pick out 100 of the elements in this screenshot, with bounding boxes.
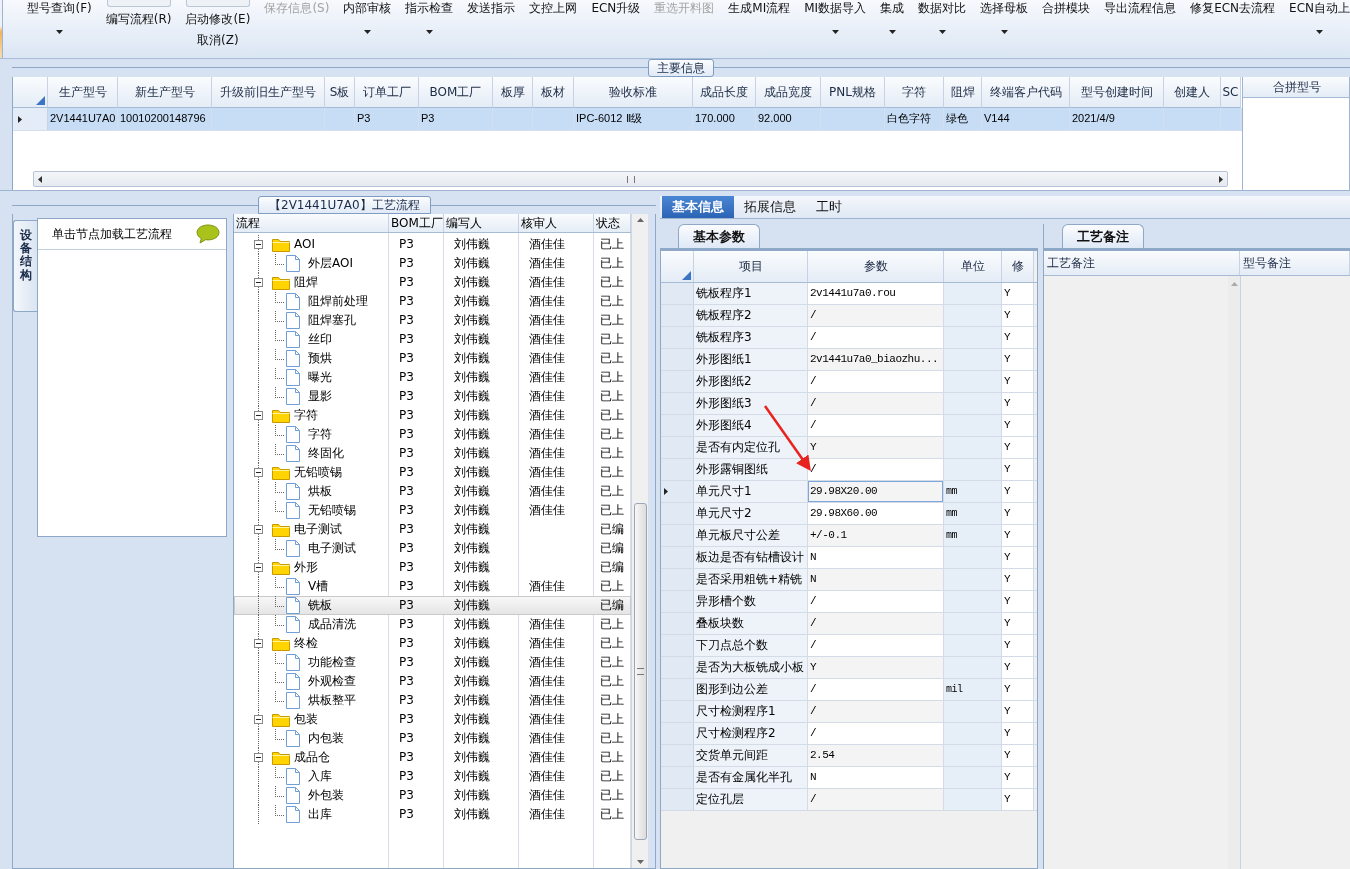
column-header[interactable]: 流程	[234, 214, 389, 232]
toolbar-button[interactable]: ECN自动上	[1289, 0, 1350, 58]
tree-row[interactable]: 丝印 P3 刘伟巍 酒佳佳 已上	[234, 330, 631, 349]
tree-row[interactable]: 包装 P3 刘伟巍 酒佳佳 已上	[234, 710, 631, 729]
tree-node-label[interactable]: 烘板	[308, 482, 332, 501]
tree-row[interactable]: AOI P3 刘伟巍 酒佳佳 已上	[234, 235, 631, 254]
column-header[interactable]: PNL规格	[821, 77, 885, 108]
tree-node-label[interactable]: 显影	[308, 387, 332, 406]
tree-node-label[interactable]: 电子测试	[294, 520, 342, 539]
column-header[interactable]: 订单工厂	[355, 77, 419, 108]
tree-node-label[interactable]: 终检	[294, 634, 318, 653]
collapse-toggle-icon[interactable]	[254, 639, 263, 648]
column-header[interactable]: 生产型号	[48, 77, 118, 108]
collapse-toggle-icon[interactable]	[254, 240, 263, 249]
tree-row[interactable]: 烘板整平 P3 刘伟巍 酒佳佳 已上	[234, 691, 631, 710]
tree-row[interactable]: 电子测试 P3 刘伟巍 已编	[234, 520, 631, 539]
tree-row[interactable]: 铣板 P3 刘伟巍 已编	[234, 596, 631, 615]
tree-row[interactable]: 阻焊前处理 P3 刘伟巍 酒佳佳 已上	[234, 292, 631, 311]
toolbar-button[interactable]: 内部审核	[343, 0, 392, 58]
column-header[interactable]: 修	[1002, 251, 1034, 282]
collapse-toggle-icon[interactable]	[254, 468, 263, 477]
vertical-scrollbar[interactable]	[1228, 276, 1240, 869]
collapse-toggle-icon[interactable]	[254, 411, 263, 420]
collapse-toggle-icon[interactable]	[254, 563, 263, 572]
column-header[interactable]: 单位	[944, 251, 1002, 282]
tree-node-label[interactable]: 字符	[294, 406, 318, 425]
tree-node-label[interactable]: 出库	[308, 805, 332, 824]
tab[interactable]: 基本信息	[662, 196, 734, 218]
horizontal-scrollbar[interactable]	[33, 171, 1228, 187]
tree-row[interactable]: 外形 P3 刘伟巍 已编	[234, 558, 631, 577]
tab[interactable]: 基本参数	[678, 224, 760, 248]
row-header[interactable]	[661, 481, 694, 502]
tree-node-label[interactable]: 成品清洗	[308, 615, 356, 634]
tree-row[interactable]: 成品仓 P3 刘伟巍 酒佳佳 已上	[234, 748, 631, 767]
toolbar-button[interactable]: 数据对比	[918, 0, 967, 58]
tree-row[interactable]: 曝光 P3 刘伟巍 酒佳佳 已上	[234, 368, 631, 387]
tree-row[interactable]: 显影 P3 刘伟巍 酒佳佳 已上	[234, 387, 631, 406]
column-header[interactable]: 板材	[533, 77, 574, 108]
tree-node-label[interactable]: 铣板	[308, 596, 332, 615]
tab[interactable]: 拓展信息	[734, 196, 806, 218]
tree-row[interactable]: 功能检查 P3 刘伟巍 酒佳佳 已上	[234, 653, 631, 672]
column-header[interactable]: 成品长度	[693, 77, 756, 108]
tree-row[interactable]: 阻焊塞孔 P3 刘伟巍 酒佳佳 已上	[234, 311, 631, 330]
tree-row[interactable]: 阻焊 P3 刘伟巍 酒佳佳 已上	[234, 273, 631, 292]
column-header[interactable]: 字符	[885, 77, 944, 108]
tree-node-label[interactable]: 入库	[308, 767, 332, 786]
tab[interactable]: 工艺备注	[1062, 224, 1144, 248]
tree-row[interactable]: 外层AOI P3 刘伟巍 酒佳佳 已上	[234, 254, 631, 273]
toolbar-button[interactable]: 选择母板	[980, 0, 1029, 58]
tree-node-label[interactable]: 字符	[308, 425, 332, 444]
tree-row[interactable]: 出库 P3 刘伟巍 酒佳佳 已上	[234, 805, 631, 824]
column-header[interactable]: 阻焊	[944, 77, 982, 108]
column-header[interactable]: S板	[325, 77, 355, 108]
tree-row[interactable]: 终固化 P3 刘伟巍 酒佳佳 已上	[234, 444, 631, 463]
column-header[interactable]: 新生产型号	[118, 77, 212, 108]
tree-node-label[interactable]: 阻焊塞孔	[308, 311, 356, 330]
tree-node-label[interactable]: 电子测试	[308, 539, 356, 558]
tree-row[interactable]: 烘板 P3 刘伟巍 酒佳佳 已上	[234, 482, 631, 501]
column-header[interactable]: 项目	[694, 251, 808, 282]
side-tab[interactable]: 设备结构	[13, 220, 37, 312]
tree-row[interactable]: 无铅喷锡 P3 刘伟巍 酒佳佳 已上	[234, 463, 631, 482]
tree-row[interactable]: 外观检查 P3 刘伟巍 酒佳佳 已上	[234, 672, 631, 691]
column-header[interactable]: 编写人	[444, 214, 519, 232]
toolbar-button[interactable]: 启动修改(E) 取消(Z)	[185, 0, 251, 58]
tree-node-label[interactable]: AOI	[294, 235, 315, 254]
toolbar-button[interactable]: 编写流程(R)	[105, 0, 172, 58]
column-header[interactable]: 升级前旧生产型号	[212, 77, 325, 108]
column-header[interactable]: 验收标准	[574, 77, 693, 108]
tree-row[interactable]: 内包装 P3 刘伟巍 酒佳佳 已上	[234, 729, 631, 748]
vertical-scrollbar[interactable]	[631, 214, 648, 868]
column-header[interactable]: BOM工厂	[389, 214, 444, 232]
column-header[interactable]: 终端客户代码	[982, 77, 1070, 108]
toolbar-button[interactable]: ECN升级	[591, 0, 641, 58]
toolbar-button[interactable]: 生成MI流程	[728, 0, 791, 58]
tree-node-label[interactable]: V槽	[308, 577, 329, 596]
tree-row[interactable]: 终检 P3 刘伟巍 酒佳佳 已上	[234, 634, 631, 653]
tree-node-label[interactable]: 内包装	[308, 729, 344, 748]
toolbar-button[interactable]: 指示检查	[405, 0, 454, 58]
toolbar-button[interactable]: 合拼模块	[1042, 0, 1091, 58]
toolbar-button[interactable]: 型号查询(F)	[27, 0, 92, 58]
toolbar-button[interactable]: 修复ECN去流程	[1190, 0, 1276, 58]
tree-row[interactable]: 电子测试 P3 刘伟巍 已编	[234, 539, 631, 558]
toolbar-button[interactable]: 发送指示	[467, 0, 516, 58]
tree-row[interactable]: 入库 P3 刘伟巍 酒佳佳 已上	[234, 767, 631, 786]
table-row[interactable]: 2V1441U7A0 10010200148796 P3 P3 IPC-6012 Ⅱ级 170.000 92.000 白色字符 绿色 V144 2021/4/9	[13, 108, 1242, 131]
toolbar-button[interactable]: 文控上网	[529, 0, 578, 58]
tree-node-label[interactable]: 终固化	[308, 444, 344, 463]
toolbar-button[interactable]: MI数据导入	[804, 0, 867, 58]
tree-row[interactable]: 无铅喷锡 P3 刘伟巍 酒佳佳 已上	[234, 501, 631, 520]
collapse-toggle-icon[interactable]	[254, 715, 263, 724]
tree-node-label[interactable]: 曝光	[308, 368, 332, 387]
column-header[interactable]: 创建人	[1164, 77, 1221, 108]
tree-node-label[interactable]: 丝印	[308, 330, 332, 349]
column-header[interactable]: 合拼型号	[1243, 77, 1349, 98]
tree-node-label[interactable]: 阻焊	[294, 273, 318, 292]
tree-node-label[interactable]: 功能检查	[308, 653, 356, 672]
column-header[interactable]: 工艺备注	[1044, 251, 1240, 275]
collapse-toggle-icon[interactable]	[254, 278, 263, 287]
tree-row[interactable]: 字符 P3 刘伟巍 酒佳佳 已上	[234, 406, 631, 425]
tree-row[interactable]: 成品清洗 P3 刘伟巍 酒佳佳 已上	[234, 615, 631, 634]
